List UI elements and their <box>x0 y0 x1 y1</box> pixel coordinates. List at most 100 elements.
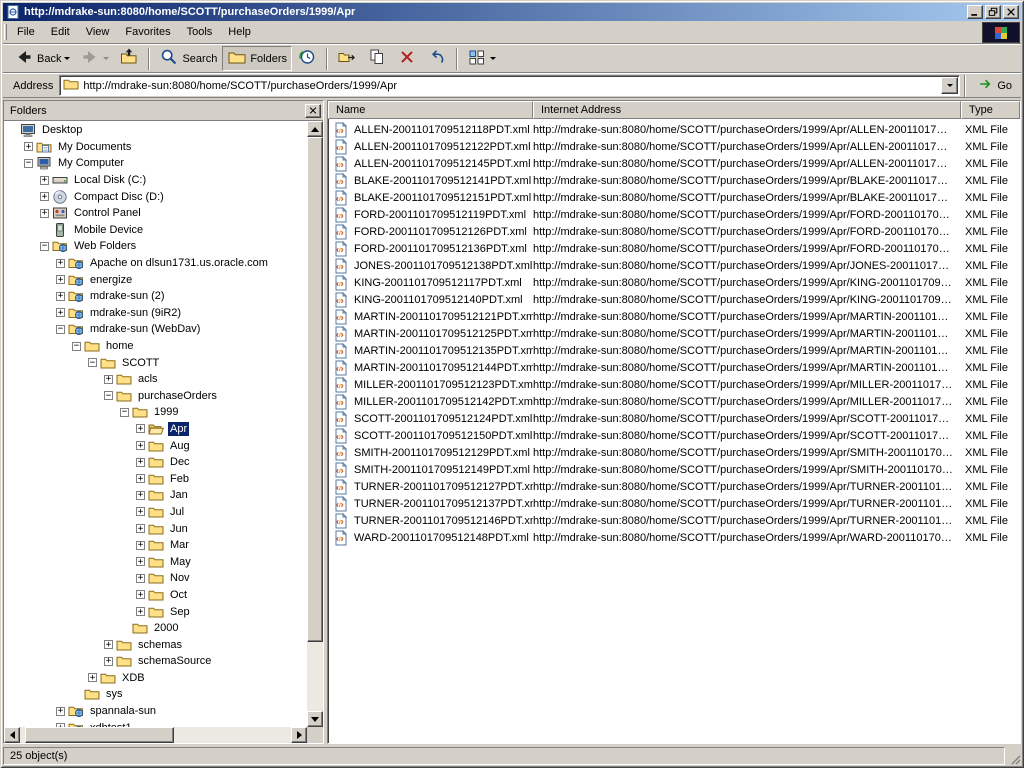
search-button[interactable]: Search <box>154 46 222 71</box>
file-row[interactable]: MARTIN-2001101709512135PDT.xmlhttp://mdr… <box>328 342 1020 359</box>
forward-button[interactable] <box>75 46 114 71</box>
tree-item-my-computer[interactable]: −My Computer <box>4 155 307 172</box>
expand-plus-toggle[interactable]: + <box>136 491 145 500</box>
tree-item-aug[interactable]: +Aug <box>4 437 307 454</box>
file-row[interactable]: TURNER-2001101709512137PDT.xmlhttp://mdr… <box>328 495 1020 512</box>
address-dropdown-button[interactable] <box>941 77 958 94</box>
expand-plus-toggle[interactable]: + <box>56 292 65 301</box>
tree-vertical-scrollbar[interactable] <box>307 121 323 727</box>
tree-item-may[interactable]: +May <box>4 553 307 570</box>
file-row[interactable]: MARTIN-2001101709512144PDT.xmlhttp://mdr… <box>328 359 1020 376</box>
tree-item-xdb[interactable]: +XDB <box>4 670 307 687</box>
file-row[interactable]: SCOTT-2001101709512150PDT.xmlhttp://mdra… <box>328 427 1020 444</box>
file-row[interactable]: MILLER-2001101709512142PDT.xmlhttp://mdr… <box>328 393 1020 410</box>
tree-item-web-folders[interactable]: −Web Folders <box>4 238 307 255</box>
menubar-grip[interactable] <box>4 24 7 40</box>
restore-button[interactable] <box>985 5 1001 19</box>
file-row[interactable]: KING-2001101709512140PDT.xmlhttp://mdrak… <box>328 291 1020 308</box>
file-row[interactable]: FORD-2001101709512119PDT.xmlhttp://mdrak… <box>328 206 1020 223</box>
expand-plus-toggle[interactable]: + <box>136 507 145 516</box>
menu-favorites[interactable]: Favorites <box>117 21 178 43</box>
scroll-right-button[interactable] <box>291 727 307 743</box>
close-button[interactable] <box>1003 5 1019 19</box>
file-row[interactable]: ALLEN-2001101709512118PDT.xmlhttp://mdra… <box>328 121 1020 138</box>
tree-item-home[interactable]: −home <box>4 338 307 355</box>
tree-item-acls[interactable]: +acls <box>4 371 307 388</box>
expand-plus-toggle[interactable]: + <box>136 590 145 599</box>
tree-item-nov[interactable]: +Nov <box>4 570 307 587</box>
expand-plus-toggle[interactable]: + <box>56 259 65 268</box>
menu-file[interactable]: File <box>9 21 43 43</box>
back-button[interactable]: Back <box>9 46 75 71</box>
file-row[interactable]: FORD-2001101709512126PDT.xmlhttp://mdrak… <box>328 223 1020 240</box>
collapse-minus-toggle[interactable]: − <box>56 325 65 334</box>
tree-item-jan[interactable]: +Jan <box>4 487 307 504</box>
expand-plus-toggle[interactable]: + <box>104 640 113 649</box>
file-row[interactable]: SMITH-2001101709512149PDT.xmlhttp://mdra… <box>328 461 1020 478</box>
address-input[interactable]: http://mdrake-sun:8080/home/SCOTT/purcha… <box>59 75 960 96</box>
tree-item-scott[interactable]: −SCOTT <box>4 354 307 371</box>
expand-plus-toggle[interactable]: + <box>56 707 65 716</box>
tree-item-dec[interactable]: +Dec <box>4 454 307 471</box>
expand-plus-toggle[interactable]: + <box>136 424 145 433</box>
folders-pane-close-button[interactable] <box>305 104 321 118</box>
up-button[interactable] <box>114 46 144 71</box>
file-row[interactable]: MARTIN-2001101709512121PDT.xmlhttp://mdr… <box>328 308 1020 325</box>
expand-plus-toggle[interactable]: + <box>56 275 65 284</box>
file-row[interactable]: TURNER-2001101709512127PDT.xmlhttp://mdr… <box>328 478 1020 495</box>
column-header-name[interactable]: Name <box>328 101 533 119</box>
expand-plus-toggle[interactable]: + <box>56 308 65 317</box>
expand-plus-toggle[interactable]: + <box>104 657 113 666</box>
copy-to-button[interactable] <box>362 46 392 71</box>
scroll-thumb[interactable] <box>25 727 174 743</box>
expand-plus-toggle[interactable]: + <box>104 375 113 384</box>
tree-item-apache-on-dlsun1731-us-oracle-com[interactable]: +Apache on dlsun1731.us.oracle.com <box>4 255 307 272</box>
go-button[interactable]: Go <box>970 74 1019 97</box>
tree-item-mobile-device[interactable]: Mobile Device <box>4 222 307 239</box>
expand-plus-toggle[interactable]: + <box>136 441 145 450</box>
file-row[interactable]: ALLEN-2001101709512145PDT.xmlhttp://mdra… <box>328 155 1020 172</box>
expand-plus-toggle[interactable]: + <box>24 142 33 151</box>
folders-button[interactable]: Folders <box>222 46 292 71</box>
tree-item-jun[interactable]: +Jun <box>4 520 307 537</box>
menu-tools[interactable]: Tools <box>179 21 221 43</box>
tree-item-spannala-sun[interactable]: +spannala-sun <box>4 703 307 720</box>
tree-item-energize[interactable]: +energize <box>4 271 307 288</box>
delete-button[interactable] <box>392 46 422 71</box>
collapse-minus-toggle[interactable]: − <box>88 358 97 367</box>
tree-item-sep[interactable]: +Sep <box>4 603 307 620</box>
tree-item-compact-disc-d[interactable]: +Compact Disc (D:) <box>4 188 307 205</box>
file-row[interactable]: KING-2001101709512117PDT.xmlhttp://mdrak… <box>328 274 1020 291</box>
tree-item-purchaseorders[interactable]: −purchaseOrders <box>4 388 307 405</box>
expand-plus-toggle[interactable]: + <box>136 557 145 566</box>
tree-item-my-documents[interactable]: +My Documents <box>4 139 307 156</box>
collapse-minus-toggle[interactable]: − <box>72 342 81 351</box>
tree-item-1999[interactable]: −1999 <box>4 404 307 421</box>
file-row[interactable]: JONES-2001101709512138PDT.xmlhttp://mdra… <box>328 257 1020 274</box>
history-button[interactable] <box>292 46 322 71</box>
expand-plus-toggle[interactable]: + <box>136 541 145 550</box>
scroll-track[interactable] <box>307 137 323 711</box>
views-dropdown-icon[interactable] <box>490 57 496 60</box>
scroll-thumb[interactable] <box>307 137 323 642</box>
file-row[interactable]: ALLEN-2001101709512122PDT.xmlhttp://mdra… <box>328 138 1020 155</box>
tree-item-mdrake-sun-2[interactable]: +mdrake-sun (2) <box>4 288 307 305</box>
file-row[interactable]: BLAKE-2001101709512151PDT.xmlhttp://mdra… <box>328 189 1020 206</box>
back-dropdown-icon[interactable] <box>64 57 70 60</box>
tree-item-2000[interactable]: 2000 <box>4 620 307 637</box>
tree-item-jul[interactable]: +Jul <box>4 504 307 521</box>
expand-plus-toggle[interactable]: + <box>40 192 49 201</box>
resize-grip[interactable] <box>1007 747 1021 765</box>
views-button[interactable] <box>462 46 501 71</box>
tree-item-xdbtest1[interactable]: +xdbtest1 <box>4 719 307 727</box>
expand-plus-toggle[interactable]: + <box>136 458 145 467</box>
expand-plus-toggle[interactable]: + <box>88 673 97 682</box>
file-row[interactable]: MILLER-2001101709512123PDT.xmlhttp://mdr… <box>328 376 1020 393</box>
collapse-minus-toggle[interactable]: − <box>40 242 49 251</box>
expand-plus-toggle[interactable]: + <box>136 607 145 616</box>
move-to-button[interactable] <box>332 46 362 71</box>
tree-item-schemasource[interactable]: +schemaSource <box>4 653 307 670</box>
file-row[interactable]: SCOTT-2001101709512124PDT.xmlhttp://mdra… <box>328 410 1020 427</box>
file-row[interactable]: BLAKE-2001101709512141PDT.xmlhttp://mdra… <box>328 172 1020 189</box>
collapse-minus-toggle[interactable]: − <box>24 159 33 168</box>
